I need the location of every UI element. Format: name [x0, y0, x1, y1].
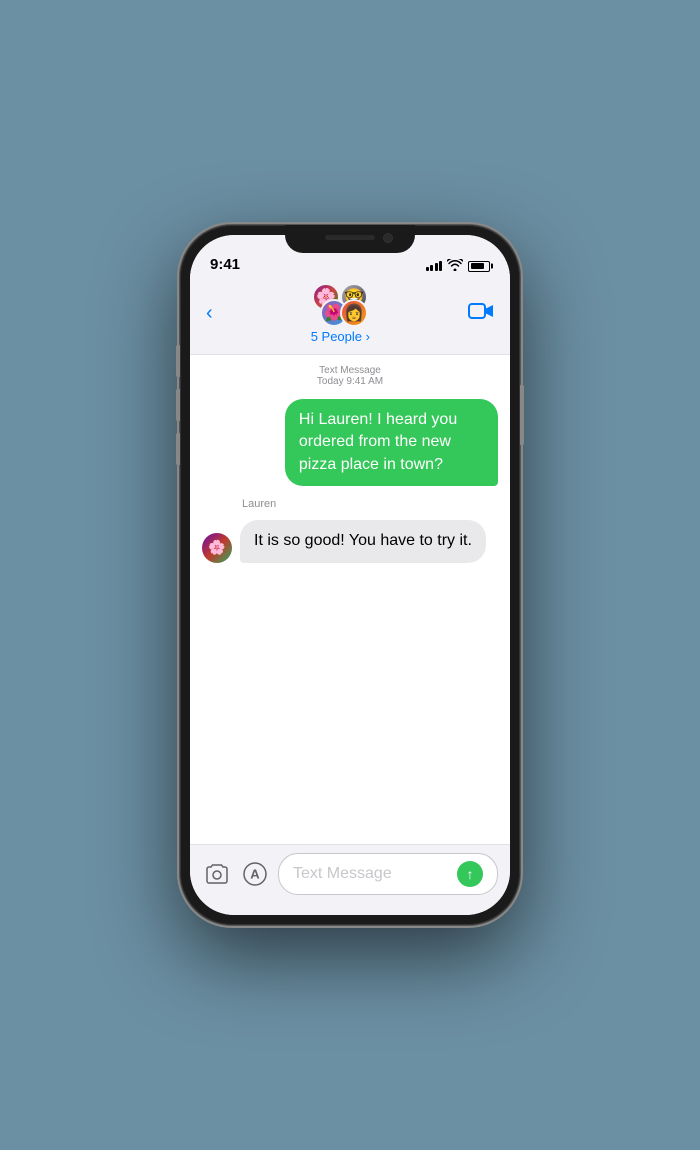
outgoing-message-row: Hi Lauren! I heard you ordered from the …: [202, 399, 498, 486]
message-input[interactable]: Text Message: [293, 865, 457, 883]
incoming-message-content: It is so good! You have to try it.: [240, 520, 486, 562]
message-timestamp: Today 9:41 AM: [202, 376, 498, 387]
group-info[interactable]: 🌸 🤓 🌺 👩 5 People ›: [311, 283, 370, 344]
nav-header: ‹ 🌸 🤓 🌺 👩: [190, 279, 510, 355]
phone-frame: 9:41: [180, 225, 520, 925]
camera-button[interactable]: [202, 859, 232, 889]
incoming-bubble: It is so good! You have to try it.: [240, 520, 486, 562]
send-arrow-icon: ↑: [467, 866, 474, 882]
message-input-container[interactable]: Text Message ↑: [278, 853, 498, 895]
sender-name-row: Lauren: [202, 494, 498, 512]
message-meta: Text Message Today 9:41 AM: [202, 365, 498, 387]
avatar-4: 👩: [340, 299, 368, 327]
svg-text:A: A: [250, 867, 260, 882]
status-time: 9:41: [210, 256, 240, 273]
send-button[interactable]: ↑: [457, 861, 483, 887]
input-toolbar: A Text Message ↑: [190, 844, 510, 915]
status-icons: [426, 259, 491, 273]
sender-avatar: 🌸: [202, 533, 232, 563]
back-button[interactable]: ‹: [206, 305, 213, 323]
notch-speaker: [325, 235, 375, 240]
apps-button[interactable]: A: [240, 859, 270, 889]
group-name-label[interactable]: 5 People ›: [311, 329, 370, 344]
back-chevron-icon: ‹: [206, 303, 213, 323]
phone-screen: 9:41: [190, 235, 510, 915]
wifi-icon: [447, 259, 463, 273]
notch: [285, 225, 415, 253]
signal-bars-icon: [426, 261, 443, 271]
battery-icon: [468, 261, 490, 272]
sender-name-label: Lauren: [240, 498, 276, 510]
chat-area: Text Message Today 9:41 AM Hi Lauren! I …: [190, 355, 510, 844]
service-type-label: Text Message: [202, 365, 498, 376]
avatars-cluster: 🌸 🤓 🌺 👩: [312, 283, 368, 327]
notch-camera: [383, 233, 393, 243]
incoming-message-row: 🌸 It is so good! You have to try it.: [202, 520, 498, 562]
video-call-button[interactable]: [468, 301, 494, 327]
outgoing-bubble: Hi Lauren! I heard you ordered from the …: [285, 399, 498, 486]
battery-fill: [471, 263, 485, 269]
